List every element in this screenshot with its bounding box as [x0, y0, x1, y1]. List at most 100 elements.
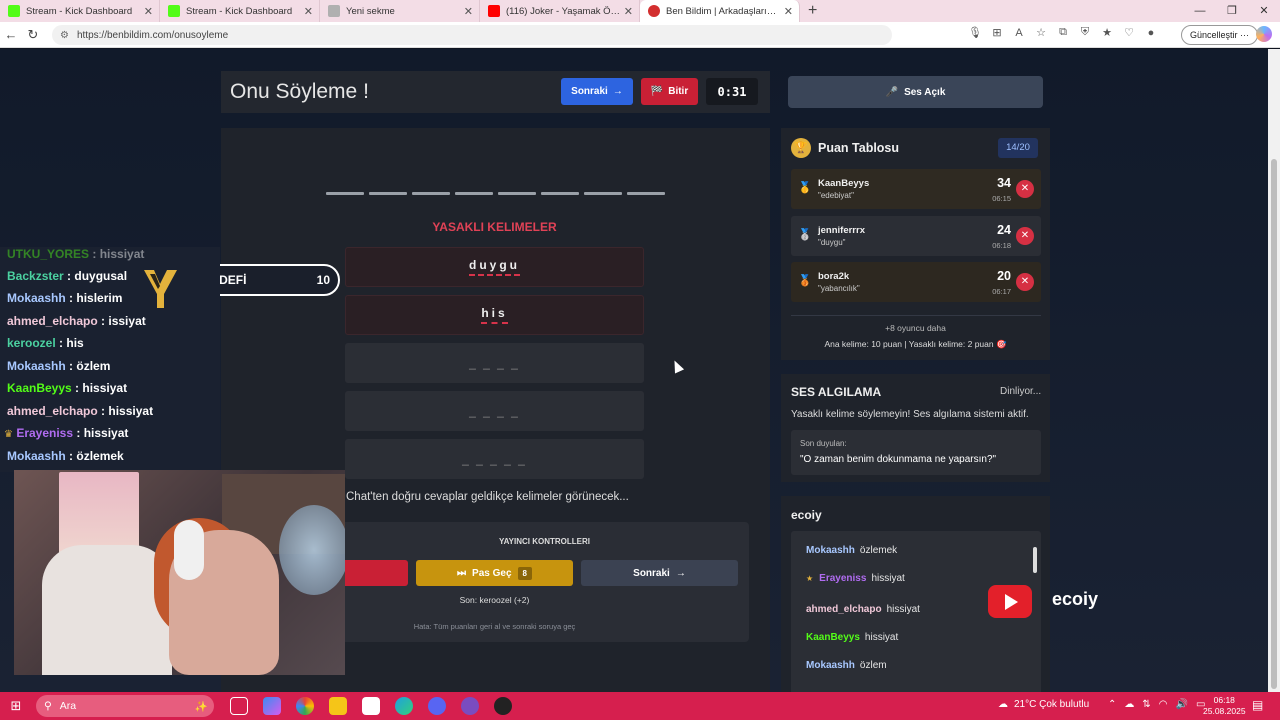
reload-icon[interactable]: ↻	[22, 27, 44, 43]
close-tab-icon[interactable]: ✕	[784, 5, 793, 18]
voice-detection-panel: SES ALGILAMA Dinliyor... Yasaklı kelime …	[781, 374, 1050, 482]
browser-tab-bar: Stream - Kick Dashboard ✕ Stream - Kick D…	[0, 0, 1280, 22]
close-tab-icon[interactable]: ✕	[304, 5, 313, 18]
close-tab-icon[interactable]: ✕	[464, 5, 473, 18]
undo-button[interactable]	[340, 560, 408, 586]
copilot-icon[interactable]	[1256, 26, 1272, 42]
error-hint: Hata: Tüm puanları geri al ve sonraki so…	[413, 622, 576, 631]
chat-message: KaanBeyys : hissiyat	[7, 381, 128, 395]
apps-icon[interactable]: ⊞	[990, 26, 1004, 39]
letter-slot	[498, 192, 536, 195]
cloud-sync-icon[interactable]: ☁	[1124, 699, 1134, 710]
close-tab-icon[interactable]: ✕	[144, 5, 153, 18]
new-tab-button[interactable]: +	[800, 2, 825, 20]
file-explorer-icon[interactable]	[329, 697, 347, 715]
next-button[interactable]: Sonraki →	[561, 78, 633, 105]
remove-player-icon[interactable]: ✕	[1016, 273, 1034, 291]
network-icon[interactable]: ⇅	[1142, 699, 1150, 710]
voice-description: Yasaklı kelime söylemeyin! Ses algılama …	[791, 409, 1029, 420]
letter-slot	[412, 192, 450, 195]
remove-player-icon[interactable]: ✕	[1016, 180, 1034, 198]
site-info-icon[interactable]: ⚙	[60, 30, 69, 41]
page-scrollbar[interactable]	[1268, 49, 1280, 692]
youtube-icon	[488, 5, 500, 17]
windows-start-icon[interactable]: ⊞	[0, 698, 32, 714]
new-tab-icon	[328, 5, 340, 17]
score-row: 🥇 KaanBeyys "edebiyat" 34 06:15 ✕	[791, 169, 1041, 209]
steam-icon[interactable]	[494, 697, 512, 715]
shield-icon[interactable]: ⛨	[1078, 26, 1092, 39]
controls-next-button[interactable]: Sonraki →	[581, 560, 738, 586]
store-icon[interactable]	[362, 697, 380, 715]
chrome-icon[interactable]	[296, 697, 314, 715]
task-view-icon[interactable]	[230, 697, 248, 715]
fan-image	[279, 505, 345, 595]
trophy-icon: 🏆	[791, 138, 811, 158]
end-button[interactable]: 🏁 Bitir	[641, 78, 698, 105]
browser-tab[interactable]: Stream - Kick Dashboard ✕	[0, 0, 160, 22]
letter-slot	[326, 192, 364, 195]
mic-icon[interactable]: 🎙	[968, 26, 982, 39]
taskbar-search[interactable]: ⚲ Ara ✨	[36, 695, 214, 717]
hidden-word-dashes	[326, 192, 665, 195]
heart-icon[interactable]: ♡	[1122, 26, 1136, 39]
weather-widget[interactable]: ☁ 21°C Çok bulutlu	[998, 699, 1089, 710]
scrollbar-thumb[interactable]	[1271, 159, 1277, 689]
notification-icon[interactable]: ▤	[1252, 698, 1263, 712]
pass-count-badge: 8	[517, 566, 532, 580]
copilot-app-icon[interactable]	[263, 697, 281, 715]
forbidden-word-hidden: _ _ _ _	[345, 391, 644, 431]
cloud-icon: ☁	[998, 699, 1008, 710]
browser-tab[interactable]: Yeni sekme ✕	[320, 0, 480, 22]
kick-icon	[168, 5, 180, 17]
remove-player-icon[interactable]: ✕	[1016, 227, 1034, 245]
browser-toolbar: 🎙 ⊞ A ☆ ⧉ ⛨ ★ ♡ ●	[968, 26, 1158, 39]
discord-icon[interactable]	[428, 697, 446, 715]
favorite-icon[interactable]: ☆	[1034, 26, 1048, 39]
favorites-icon[interactable]: ★	[1100, 26, 1114, 39]
scoreboard-panel: 🏆 Puan Tablosu 14/20 🥇 KaanBeyys "edebiy…	[781, 128, 1050, 360]
browser-tab[interactable]: (116) Joker - Yaşamak Öldürür P1✕	[480, 0, 640, 22]
gold-medal-icon: 🥇	[798, 182, 812, 194]
channel-logo-icon	[144, 270, 177, 308]
volume-icon[interactable]: 🔊	[1176, 699, 1188, 710]
profile-icon[interactable]: ●	[1144, 27, 1158, 39]
browser-tab[interactable]: Stream - Kick Dashboard ✕	[160, 0, 320, 22]
voice-status: Dinliyor...	[1000, 386, 1042, 397]
more-players: +8 oyuncu daha	[885, 323, 946, 333]
url-field[interactable]: ⚙ https://benbildim.com/onusoyleme	[52, 25, 892, 45]
chevron-up-icon[interactable]: ⌃	[1108, 699, 1116, 710]
chat-scrollbar[interactable]	[1033, 547, 1037, 573]
chat-message: Backzster : duygusal	[7, 269, 128, 283]
chat-message: KaanBeyys hissiyat	[806, 632, 899, 643]
taskbar: ⊞ ⚲ Ara ✨ ☁ 21°C Çok bulutlu ⌃ ☁ ⇅ ◠ 🔊 ▭ 06…	[0, 692, 1280, 720]
extensions-icon[interactable]: ⧉	[1056, 26, 1070, 39]
score-row: 🥈 jenniferrrx "duygu" 24 06:18 ✕	[791, 216, 1041, 256]
spark-icon: ✨	[194, 700, 208, 713]
streamer-controls: YAYINCI KONTROLLERI ⏭ Pas Geç 8 Sonraki → S…	[340, 522, 749, 642]
skip-icon: ⏭	[457, 567, 467, 579]
back-icon[interactable]: ←	[0, 27, 22, 42]
edge-icon[interactable]	[395, 697, 413, 715]
wifi-icon[interactable]: ◠	[1159, 699, 1168, 710]
microphone-icon: 🎤	[885, 86, 899, 98]
sound-toggle-button[interactable]: 🎤 Ses Açık	[788, 76, 1043, 108]
maximize-icon[interactable]: ❐	[1216, 0, 1248, 22]
chat-message: Mokaashh özlemek	[806, 545, 898, 556]
read-aloud-icon[interactable]: A	[1012, 27, 1026, 39]
chat-message: ♛ Erayeniss : hissiyat	[4, 426, 129, 440]
update-button[interactable]: Güncelleştir ···	[1181, 25, 1259, 45]
clock[interactable]: 06:18 25.08.2025	[1203, 695, 1246, 717]
minimize-icon[interactable]: —	[1184, 0, 1216, 22]
close-tab-icon[interactable]: ✕	[624, 5, 633, 18]
browser-tab-active[interactable]: Ben Bildim | Arkadaşlarınla Oyna✕	[640, 0, 800, 22]
web-page: Onu Söyleme ! Sonraki → 🏁 Bitir 0:31 YASAK…	[0, 49, 1270, 692]
channel-name: ecoiy	[1052, 589, 1099, 609]
letter-slot	[584, 192, 622, 195]
letter-slot	[541, 192, 579, 195]
obs-icon[interactable]	[461, 697, 479, 715]
scoring-rule: Ana kelime: 10 puan | Yasaklı kelime: 2 …	[824, 339, 1007, 349]
crown-icon: ♛	[4, 429, 13, 440]
pass-button[interactable]: ⏭ Pas Geç 8	[416, 560, 573, 586]
close-window-icon[interactable]: ✕	[1248, 0, 1280, 22]
